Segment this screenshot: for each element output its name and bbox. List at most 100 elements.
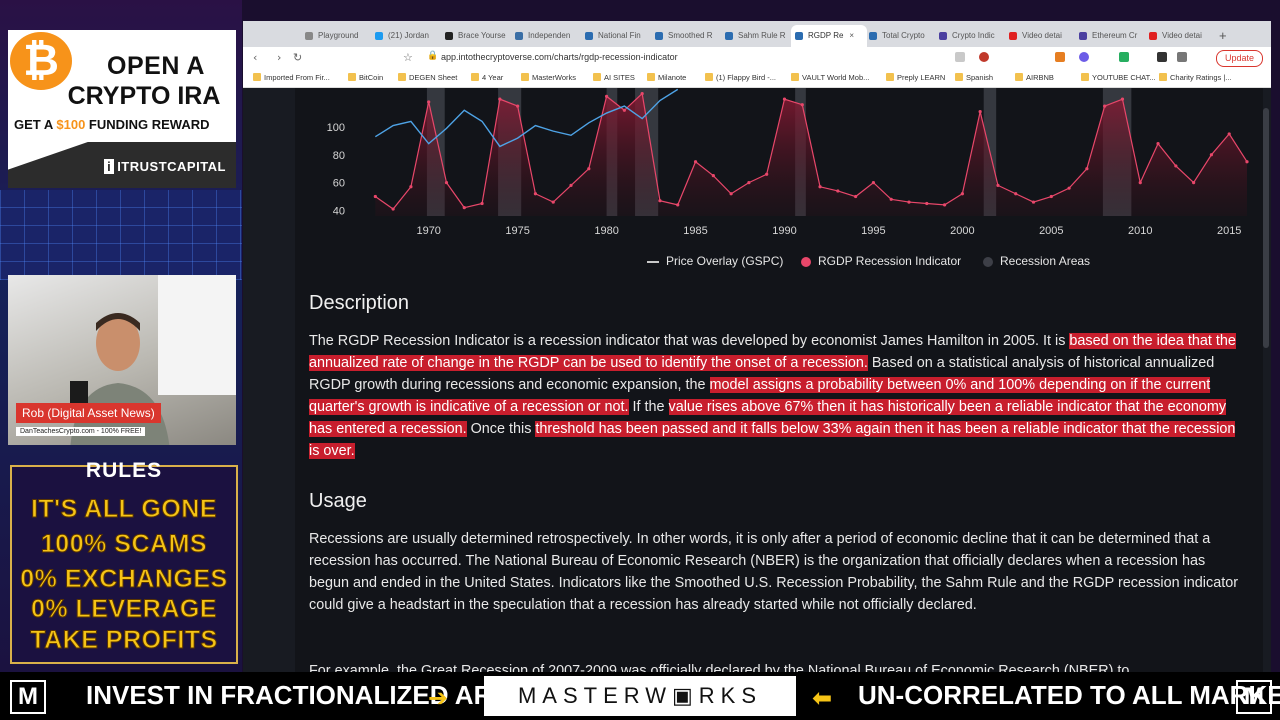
bookmark-item[interactable]: DEGEN Sheet xyxy=(398,73,457,82)
rgdp-indicator-point xyxy=(871,181,876,185)
rgdp-indicator-point xyxy=(604,94,609,98)
tab-favicon xyxy=(445,31,453,40)
bookmark-star-icon[interactable]: ☆ xyxy=(403,51,413,64)
browser-tab[interactable]: Ethereum Cr xyxy=(1075,25,1147,47)
rgdp-indicator-point xyxy=(1049,194,1053,199)
lock-icon: 🔒 xyxy=(427,51,439,61)
browser-tab[interactable]: Crypto Indic xyxy=(935,25,1007,47)
bookmark-item[interactable]: 4 Year xyxy=(471,73,503,82)
masterworks-logo: MASTERW▣RKS xyxy=(484,676,796,716)
description-text: The RGDP Recession Indicator is a recess… xyxy=(309,333,1070,349)
extension-icon[interactable] xyxy=(979,52,989,62)
bookmark-item[interactable]: VAULT World Mob... xyxy=(791,73,869,82)
tab-favicon xyxy=(305,31,313,40)
crypto-ira-ad: ₿ OPEN A CRYPTO IRA GET A $100 FUNDING R… xyxy=(8,30,236,188)
bookmark-item[interactable]: MasterWorks xyxy=(521,73,576,82)
tab-favicon xyxy=(585,31,593,40)
rgdp-indicator-point xyxy=(1067,186,1071,190)
rgdp-indicator-point xyxy=(533,192,538,196)
rgdp-indicator-point xyxy=(711,174,715,178)
rgdp-indicator-point xyxy=(462,206,466,210)
bookmarks-bar: Imported From Fir... BitCoin DEGEN Sheet 4 … xyxy=(243,69,1271,88)
browser-tab[interactable]: Total Crypto xyxy=(865,25,937,47)
rgdp-indicator-point xyxy=(996,183,1000,187)
rgdp-indicator-point xyxy=(818,185,822,189)
browser-window: Playground (21) Jordan Brace Yourse Indepen… xyxy=(243,21,1271,672)
tab-favicon xyxy=(795,31,803,40)
tab-favicon xyxy=(725,31,733,40)
bookmark-item[interactable]: YOUTUBE CHAT... xyxy=(1081,73,1156,82)
forward-icon[interactable]: › xyxy=(277,51,281,64)
bookmark-label: 4 Year xyxy=(482,73,504,82)
bookmark-item[interactable]: AIRBNB xyxy=(1015,73,1054,82)
bookmark-icon xyxy=(521,73,529,81)
bookmark-icon xyxy=(471,73,479,81)
extension-icon[interactable] xyxy=(1079,52,1089,62)
bookmark-item[interactable]: Preply LEARN xyxy=(886,73,945,82)
bookmark-item[interactable]: AI SITES xyxy=(593,73,635,82)
legend-item[interactable]: RGDP Recession Indicator xyxy=(801,254,961,268)
bookmark-label: AI SITES xyxy=(604,73,635,82)
update-button[interactable]: Update xyxy=(1215,50,1263,67)
bookmark-item[interactable]: Charity Ratings |... xyxy=(1159,73,1232,82)
x-axis-tick-label: 1970 xyxy=(416,225,440,237)
browser-tab[interactable]: Brace Yourse xyxy=(441,25,513,47)
rgdp-indicator-point xyxy=(765,172,769,176)
browser-tab[interactable]: Independen xyxy=(511,25,583,47)
bookmark-item[interactable]: BitCoin xyxy=(348,73,383,82)
indicator-area-fill xyxy=(375,93,1247,216)
legend-item[interactable]: Recession Areas xyxy=(983,254,1090,268)
tab-label: RGDP Re xyxy=(808,31,844,40)
sidebar-icon[interactable] xyxy=(1177,52,1187,62)
bottom-ticker: M INVEST IN FRACTIONALIZED ART ➔ MASTERW… xyxy=(0,672,1280,720)
itrust-mark: i xyxy=(104,159,115,174)
browser-tab[interactable]: National Fin xyxy=(581,25,653,47)
rgdp-indicator-point xyxy=(498,97,502,101)
bookmark-label: MasterWorks xyxy=(532,73,577,82)
tab-label: Brace Yourse xyxy=(458,31,506,40)
browser-tab[interactable]: Sahm Rule R xyxy=(721,25,793,47)
back-icon[interactable]: ‹ xyxy=(253,51,257,64)
bookmark-icon xyxy=(705,73,713,81)
browser-tab[interactable]: Video detai xyxy=(1005,25,1077,47)
bookmark-item[interactable]: Milanote xyxy=(647,73,686,82)
rgdp-indicator-point xyxy=(1227,132,1231,136)
description-text: If the xyxy=(628,399,669,415)
bookmark-icon xyxy=(791,73,799,81)
usage-heading: Usage xyxy=(309,490,367,512)
tab-label: Total Crypto xyxy=(882,31,925,40)
rgdp-indicator-point xyxy=(889,197,893,201)
rgdp-indicator-point xyxy=(1174,164,1178,168)
description-heading: Description xyxy=(309,292,410,314)
browser-tab[interactable]: Playground xyxy=(301,25,373,47)
bookmark-item[interactable]: Imported From Fir... xyxy=(253,73,330,82)
rgdp-indicator-point xyxy=(907,200,911,204)
bookmark-item[interactable]: (1) Flappy Bird -... xyxy=(705,73,776,82)
extension-icon[interactable] xyxy=(1119,52,1129,62)
bookmark-label: AIRBNB xyxy=(1026,73,1054,82)
browser-tab[interactable]: RGDP Re × xyxy=(791,25,867,47)
bookmark-icon xyxy=(253,73,261,81)
rgdp-indicator-point xyxy=(978,110,982,114)
rgdp-indicator-point xyxy=(569,183,573,187)
browser-tab[interactable]: (21) Jordan xyxy=(371,25,443,47)
browser-tab[interactable]: Smoothed R xyxy=(651,25,723,47)
rgdp-indicator-point xyxy=(587,167,591,171)
url-field[interactable]: app.intothecryptoverse.com/charts/rgdp-r… xyxy=(441,52,678,62)
close-tab-icon[interactable]: × xyxy=(849,31,854,40)
browser-tab[interactable]: Video detai xyxy=(1145,25,1217,47)
puzzle-icon[interactable] xyxy=(1157,52,1167,62)
presenter-silhouette xyxy=(70,313,170,445)
new-tab-icon[interactable]: + xyxy=(1219,25,1233,47)
ad-line-1: OPEN A xyxy=(107,52,205,80)
ad-line-3-prefix: GET A xyxy=(14,117,57,132)
bookmark-label: Spanish xyxy=(966,73,994,82)
tab-label: Smoothed R xyxy=(668,31,713,40)
rgdp-indicator-point xyxy=(427,100,431,104)
legend-item[interactable]: Price Overlay (GSPC) xyxy=(647,254,783,268)
page-scrollbar[interactable] xyxy=(1263,108,1269,348)
bookmark-item[interactable]: Spanish xyxy=(955,73,993,82)
reload-icon[interactable]: ↻ xyxy=(293,51,302,64)
share-icon[interactable] xyxy=(955,52,965,62)
metamask-icon[interactable] xyxy=(1055,52,1065,62)
